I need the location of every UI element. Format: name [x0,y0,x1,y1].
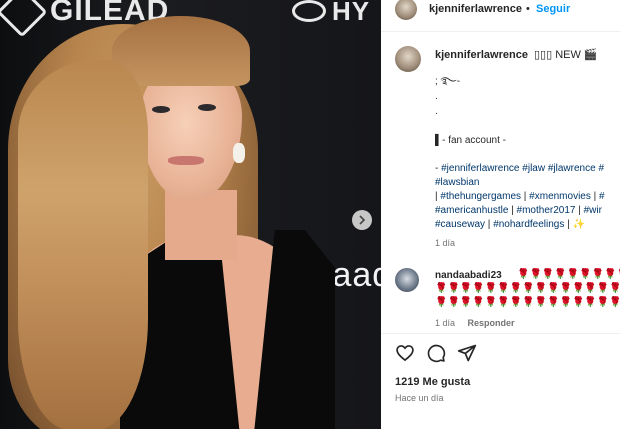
author-avatar[interactable] [395,0,417,20]
post-date: Hace un día [395,393,444,403]
chevron-right-icon [359,215,366,225]
portrait-eye-left [152,106,170,113]
comment-line: 🌹🌹🌹🌹🌹🌹🌹🌹🌹🌹 [517,269,620,280]
hashtag-link[interactable]: #nohardfeelings [493,219,564,230]
hashtag-separator: | [485,219,494,230]
hashtag-link[interactable]: #mother2017 [517,205,576,216]
hashtag-link[interactable]: #jlaw [522,163,545,174]
caption-title: ▯▯▯ NEW 🎬 [534,49,598,61]
hashtag-link[interactable]: #thehungergames [440,191,521,202]
hashtag-separator: | ✨ [564,219,585,230]
instagram-post-view: GILEAD HY glaad kjenniferlawrence • Segu… [0,0,620,429]
caption-text: ; ࿐- . . ▌- fan account - [435,74,620,148]
caption-line: . [435,91,438,102]
hashtag-line: | #thehungergames | #xmenmovies | # [435,190,620,204]
comment-line: 🌹🌹🌹🌹🌹🌹🌹🌹🌹🌹🌹🌹🌹🌹🌹🌹🌹🌹 [435,283,620,294]
caption-username[interactable]: kjenniferlawrence [435,49,528,61]
post-header: kjenniferlawrence • Seguir [381,0,620,22]
hashtag-line: #lawsbian [435,176,620,190]
hashtag-link[interactable]: # [599,191,605,202]
hashtag-separator: | [521,191,530,202]
hashtag-link[interactable]: #lawsbian [435,177,479,188]
hashtag-list: - #jenniferlawrence #jlaw #jlawrence # #l… [435,162,620,232]
caption-line: ; ࿐- [435,76,461,87]
hashtag-link[interactable]: #causeway [435,219,485,230]
hashtag-link[interactable]: #jenniferlawrence [441,163,519,174]
commenter-username[interactable]: nandaabadi23 [435,270,505,281]
actions-divider [381,333,620,334]
portrait-lips [168,156,204,165]
follow-button[interactable]: Seguir [536,3,570,15]
caption-header: kjenniferlawrence ▯▯▯ NEW 🎬 [435,48,598,61]
hashtag-separator: | [575,205,584,216]
comment-line: 🌹🌹🌹🌹🌹🌹🌹🌹🌹🌹🌹🌹🌹🌹🌹🌹🌹🌹 [435,297,620,308]
hashtag-link[interactable]: #wir [584,205,602,216]
hyundai-logo-mark [292,0,326,22]
portrait-eye-right [198,104,216,111]
commenter-avatar[interactable] [395,268,419,292]
hashtag-line: #causeway | #nohardfeelings | ✨ [435,218,620,232]
post-image[interactable]: GILEAD HY glaad [0,0,381,429]
hashtag-link[interactable]: # [598,163,604,174]
gilead-logo-mark [0,0,48,38]
author-username[interactable]: kjenniferlawrence [429,3,522,15]
header-divider [381,31,620,32]
hashtag-link[interactable]: #xmenmovies [529,191,591,202]
portrait-neck [165,190,237,260]
hashtag-separator: | [590,191,600,202]
fan-account-line: ▌- fan account - [435,135,507,146]
hashtag-separator: | [508,205,517,216]
action-bar [395,343,477,365]
comment-meta: 1 día Responder [435,318,515,328]
post-side-panel: kjenniferlawrence • Seguir kjenniferlawr… [381,0,620,429]
hashtag-line: #americanhustle | #mother2017 | #wir [435,204,620,218]
comment-icon[interactable] [426,343,446,363]
heart-icon[interactable] [395,343,415,363]
likes-count[interactable]: 1219 Me gusta [395,376,470,388]
next-image-button[interactable] [352,210,372,230]
share-icon[interactable] [457,343,477,363]
caption-timestamp: 1 día [435,238,456,248]
hashtag-link[interactable]: #jlawrence [548,163,596,174]
caption-avatar[interactable] [395,46,421,72]
hyundai-logo-text: HY [332,0,371,26]
hashtag-line: - #jenniferlawrence #jlaw #jlawrence # [435,162,620,176]
comment-timestamp: 1 día [435,318,456,328]
reply-button[interactable]: Responder [468,318,515,328]
header-separator: • [526,3,530,15]
portrait-hair-front [18,60,148,429]
hashtag-link[interactable]: #americanhustle [435,205,508,216]
portrait-earring [233,143,245,163]
caption-line: . [435,106,438,117]
